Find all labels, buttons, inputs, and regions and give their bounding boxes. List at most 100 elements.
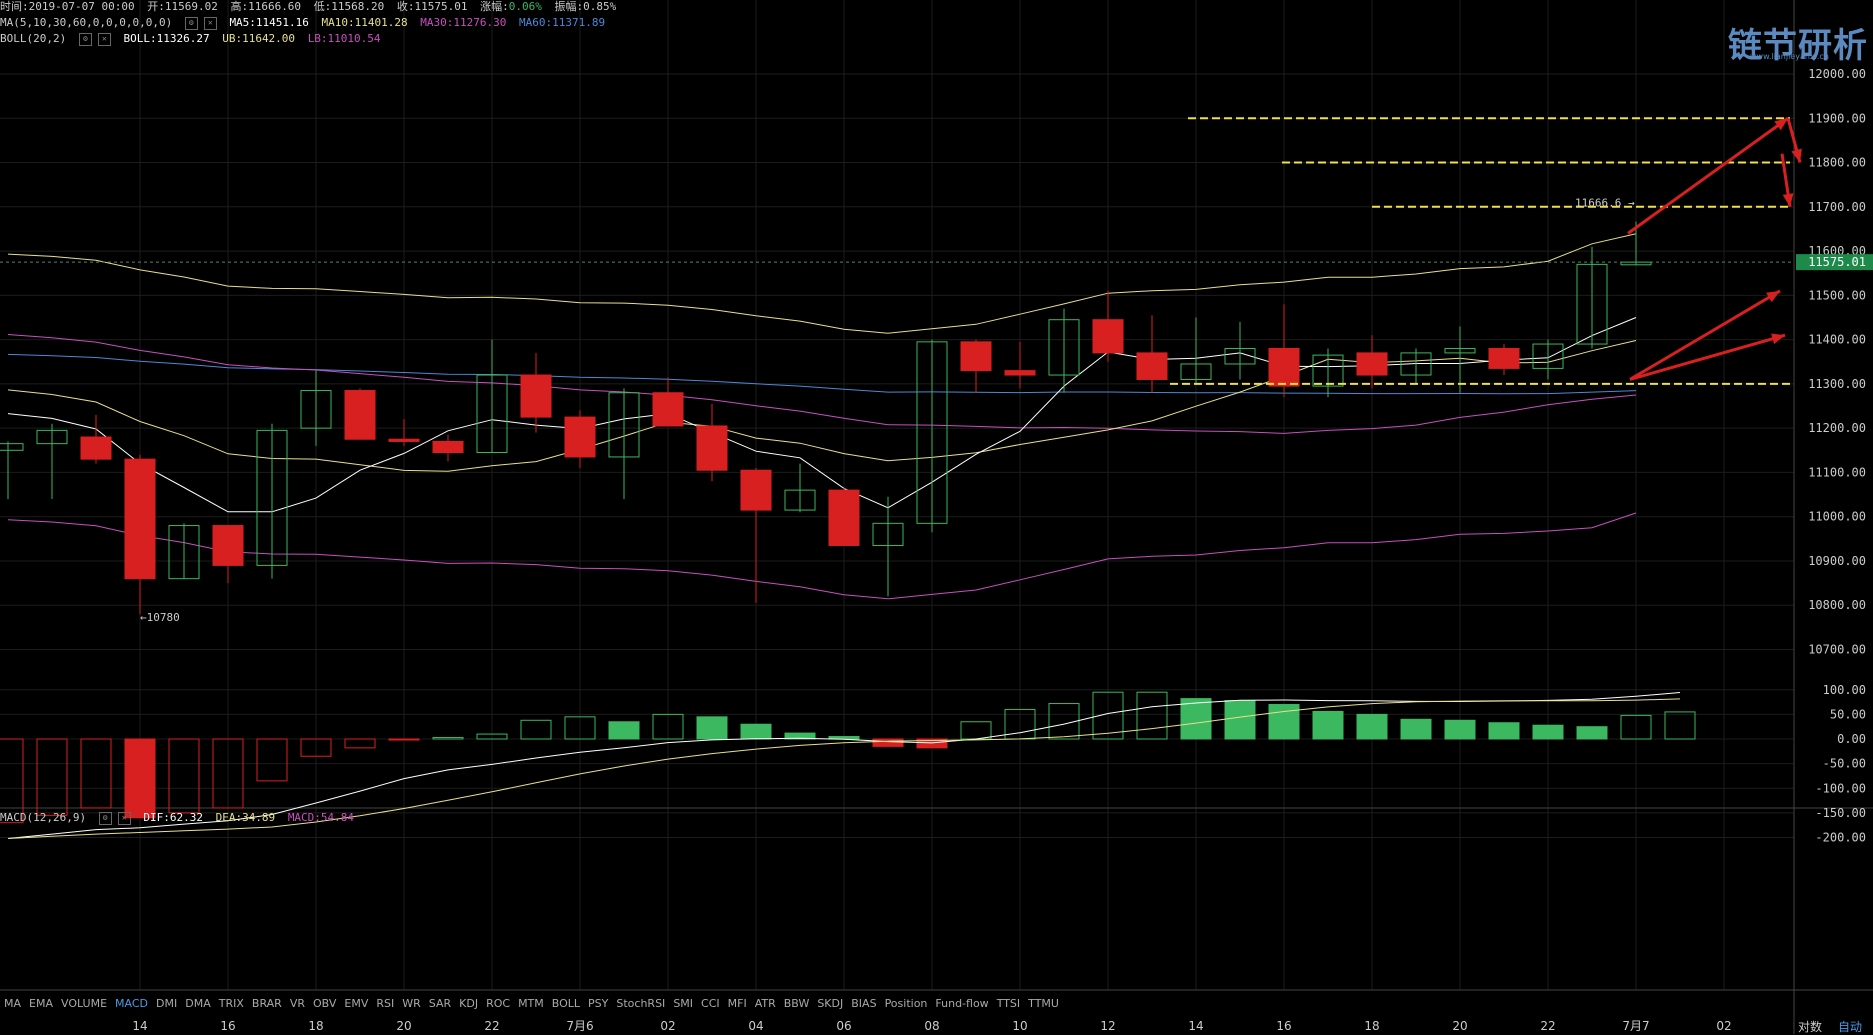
time-axis-label: 18 (1364, 1019, 1379, 1033)
log-scale-button[interactable]: 对数 (1798, 1018, 1822, 1035)
indicator-tab-dmi[interactable]: DMI (156, 997, 177, 1010)
candle-body (740, 469, 772, 511)
indicator-tab-sar[interactable]: SAR (429, 997, 451, 1010)
projection-arrow-up (1627, 117, 1789, 235)
price-axis-label: 10700.00 (1808, 643, 1866, 657)
indicator-tab-ema[interactable]: EMA (29, 997, 53, 1010)
ma-legend-row: MA(5,10,30,60,0,0,0,0,0,0) ⚙ ✕ MA5:11451.… (0, 16, 611, 30)
indicator-tab-psy[interactable]: PSY (588, 997, 608, 1010)
candle-body (1092, 319, 1124, 354)
macd-bar (960, 721, 992, 740)
info-high: 高:11666.60 (230, 0, 302, 13)
info-close: 收:11575.01 (396, 0, 468, 13)
price-axis-label: 11000.00 (1808, 510, 1866, 524)
indicator-tab-smi[interactable]: SMI (673, 997, 693, 1010)
chart-canvas[interactable]: 11666.6 → ←10780 12000.00 11900.00 11800.00 1… (0, 0, 1873, 1034)
info-time: 时间:2019-07-07 00:00 (0, 0, 135, 13)
indicator-tab-bias[interactable]: BIAS (851, 997, 876, 1010)
macd-bar (1400, 718, 1432, 740)
candle-body (960, 341, 992, 372)
indicator-tab-ttmu[interactable]: TTMU (1028, 997, 1059, 1010)
indicator-tab-roc[interactable]: ROC (486, 997, 510, 1010)
indicator-tab-cci[interactable]: CCI (701, 997, 720, 1010)
indicator-tab-skdj[interactable]: SKDJ (817, 997, 843, 1010)
indicator-tab-brar[interactable]: BRAR (252, 997, 282, 1010)
macd-bar (1180, 698, 1212, 740)
candle-body (432, 440, 464, 454)
ma10-line (7, 340, 1637, 472)
macd-bar (1576, 726, 1608, 740)
indicator-tab-vr[interactable]: VR (290, 997, 305, 1010)
price-axis-label: 11500.00 (1808, 288, 1866, 302)
indicator-tab-bbw[interactable]: BBW (784, 997, 810, 1010)
indicator-tab-mtm[interactable]: MTM (518, 997, 544, 1010)
close-icon[interactable]: ✕ (117, 811, 131, 825)
info-open: 开:11569.02 (147, 0, 218, 13)
time-axis-label: 02 (1716, 1019, 1731, 1033)
info-change: 涨幅:0.06% (480, 0, 542, 13)
macd-bar (1136, 691, 1168, 740)
macd-bar (1224, 700, 1256, 740)
boll-legend-row: BOLL(20,2) ⚙ ✕ BOLL:11326.27 UB:11642.00 … (0, 32, 387, 46)
indicator-tab-emv[interactable]: EMV (344, 997, 368, 1010)
ma30-value: MA30:11276.30 (420, 16, 507, 29)
price-axis-label: 10900.00 (1808, 554, 1866, 568)
settings-icon[interactable]: ⚙ (184, 16, 198, 30)
indicator-tab-trix[interactable]: TRIX (219, 997, 244, 1010)
indicator-tab-atr[interactable]: ATR (755, 997, 776, 1010)
time-axis-label: 12 (1100, 1019, 1115, 1033)
indicator-tab-wr[interactable]: WR (402, 997, 421, 1010)
macd-bar (1532, 724, 1564, 740)
indicator-tab-ttsi[interactable]: TTSI (997, 997, 1020, 1010)
macd-bar (608, 721, 640, 740)
boll-upper-line (7, 233, 1637, 334)
price-axis-label: 11800.00 (1808, 156, 1866, 170)
candle-body (1004, 370, 1036, 376)
settings-icon[interactable]: ⚙ (98, 811, 112, 825)
time-axis-label: 14 (1188, 1019, 1203, 1033)
macd-bar (696, 716, 728, 740)
indicator-tab-macd[interactable]: MACD (115, 997, 148, 1010)
macd-bar (1312, 710, 1344, 740)
macd-bar (1664, 711, 1696, 740)
close-icon[interactable]: ✕ (97, 32, 111, 46)
price-axis-label: 11300.00 (1808, 377, 1866, 391)
indicator-tab-kdj[interactable]: KDJ (459, 997, 478, 1010)
time-axis-label: 18 (308, 1019, 323, 1033)
candle-body (0, 443, 24, 451)
indicator-tab-boll[interactable]: BOLL (552, 997, 580, 1010)
candle-body (124, 458, 156, 580)
indicator-tab-rsi[interactable]: RSI (376, 997, 394, 1010)
indicator-tab-mfi[interactable]: MFI (728, 997, 747, 1010)
ma5-value: MA5:11451.16 (229, 16, 309, 29)
time-axis-label: 7月7 (1622, 1019, 1649, 1033)
info-low: 低:11568.20 (313, 0, 385, 13)
candle-body (1488, 347, 1520, 369)
indicator-tab-obv[interactable]: OBV (313, 997, 336, 1010)
auto-scale-button[interactable]: 自动 (1838, 1018, 1862, 1035)
time-axis-label: 20 (396, 1019, 411, 1033)
ub-value: UB:11642.00 (222, 32, 296, 45)
time-axis-label: 08 (924, 1019, 939, 1033)
price-axis-label: 11900.00 (1808, 111, 1866, 125)
indicator-tab-volume[interactable]: VOLUME (61, 997, 107, 1010)
candle-body (696, 425, 728, 471)
projection-arrow-down2-head (1782, 193, 1794, 207)
time-axis-label: 7月6 (566, 1019, 593, 1033)
ma60-line (7, 353, 1637, 395)
indicator-tab-position[interactable]: Position (885, 997, 928, 1010)
high-annotation: 11666.6 → (1575, 197, 1635, 210)
macd-bar (432, 737, 464, 740)
indicator-tab-dma[interactable]: DMA (185, 997, 211, 1010)
dea-value: DEA:34.89 (215, 811, 276, 824)
macd-bar (1356, 713, 1388, 740)
macd-bar (36, 738, 68, 816)
close-icon[interactable]: ✕ (203, 16, 217, 30)
settings-icon[interactable]: ⚙ (78, 32, 92, 46)
time-axis-label: 10 (1012, 1019, 1027, 1033)
indicator-tab-stochrsi[interactable]: StochRSI (616, 997, 665, 1010)
indicator-tab-fund-flow[interactable]: Fund-flow (935, 997, 988, 1010)
indicator-tab-ma[interactable]: MA (4, 997, 21, 1010)
dif-value: DIF:62.32 (143, 811, 203, 824)
candle-body (564, 416, 596, 458)
